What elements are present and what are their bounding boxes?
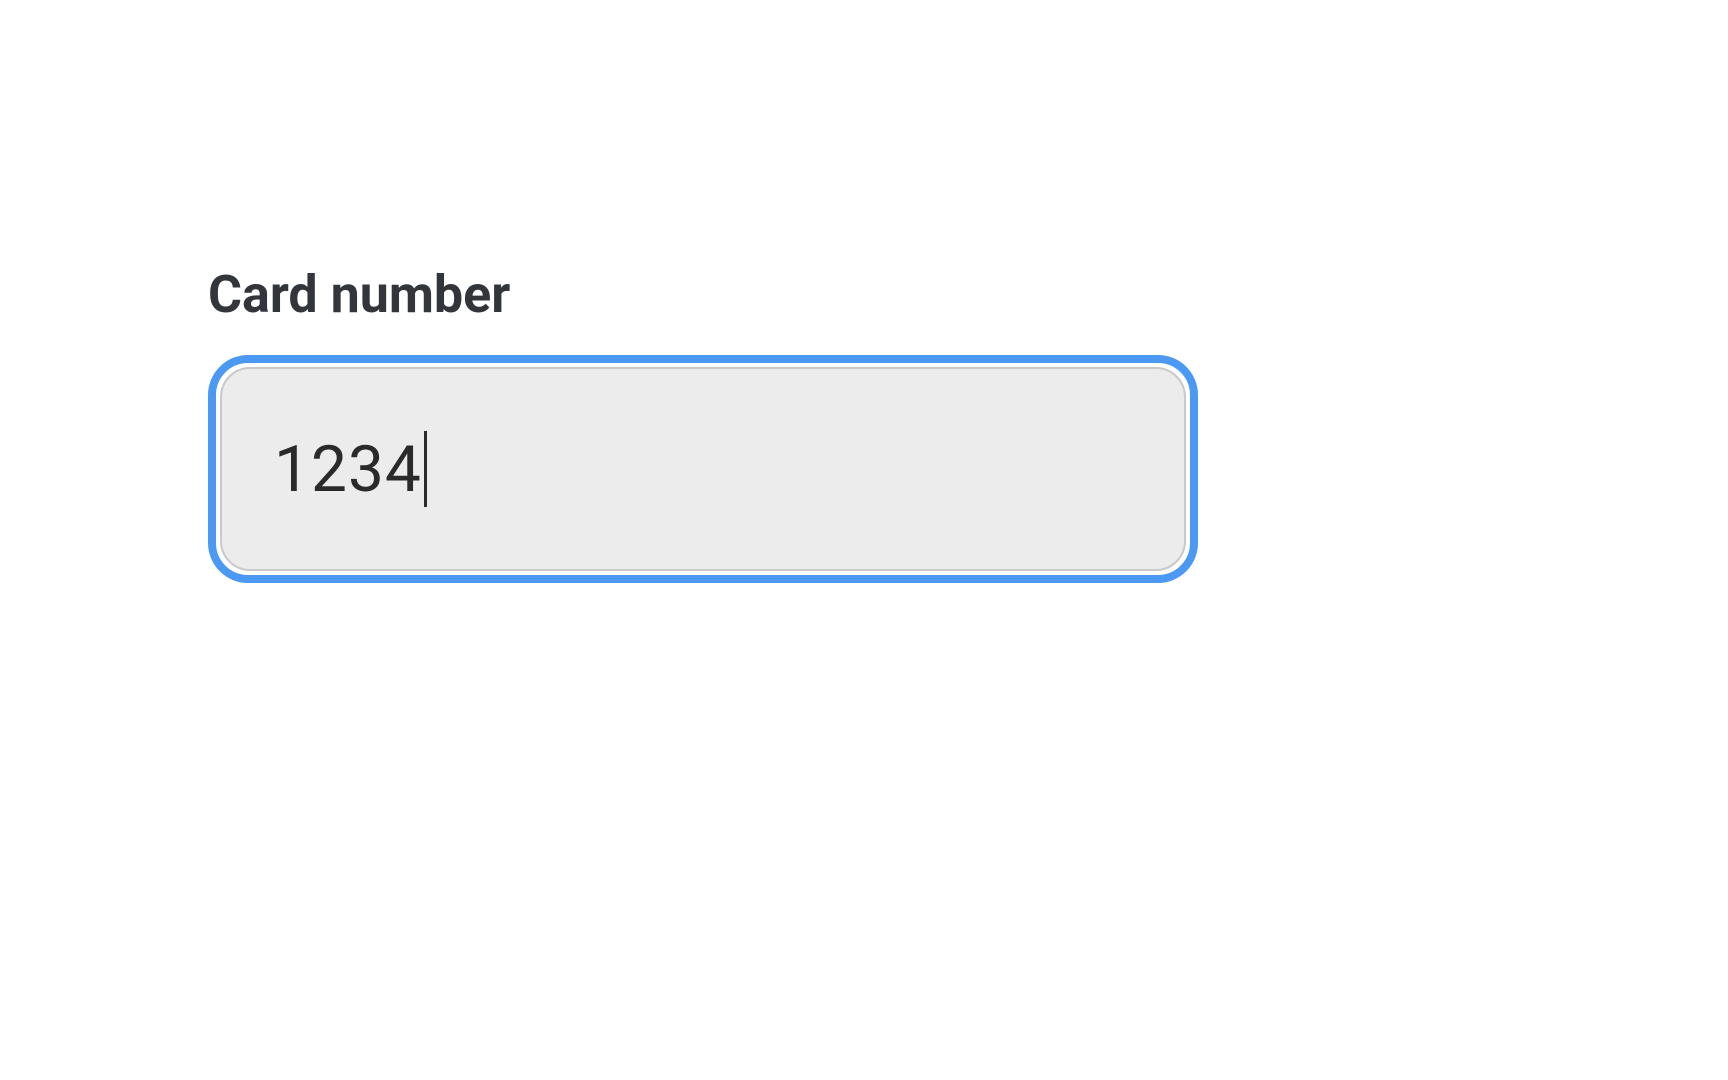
card-number-input[interactable]: 1234 xyxy=(220,367,1186,571)
card-number-label: Card number xyxy=(208,264,1198,325)
card-number-value: 1234 xyxy=(274,431,427,507)
text-caret-icon xyxy=(424,431,427,507)
card-number-group: Card number 1234 xyxy=(208,264,1198,583)
card-number-input-focus-ring: 1234 xyxy=(208,355,1198,583)
card-number-text: 1234 xyxy=(274,432,422,507)
